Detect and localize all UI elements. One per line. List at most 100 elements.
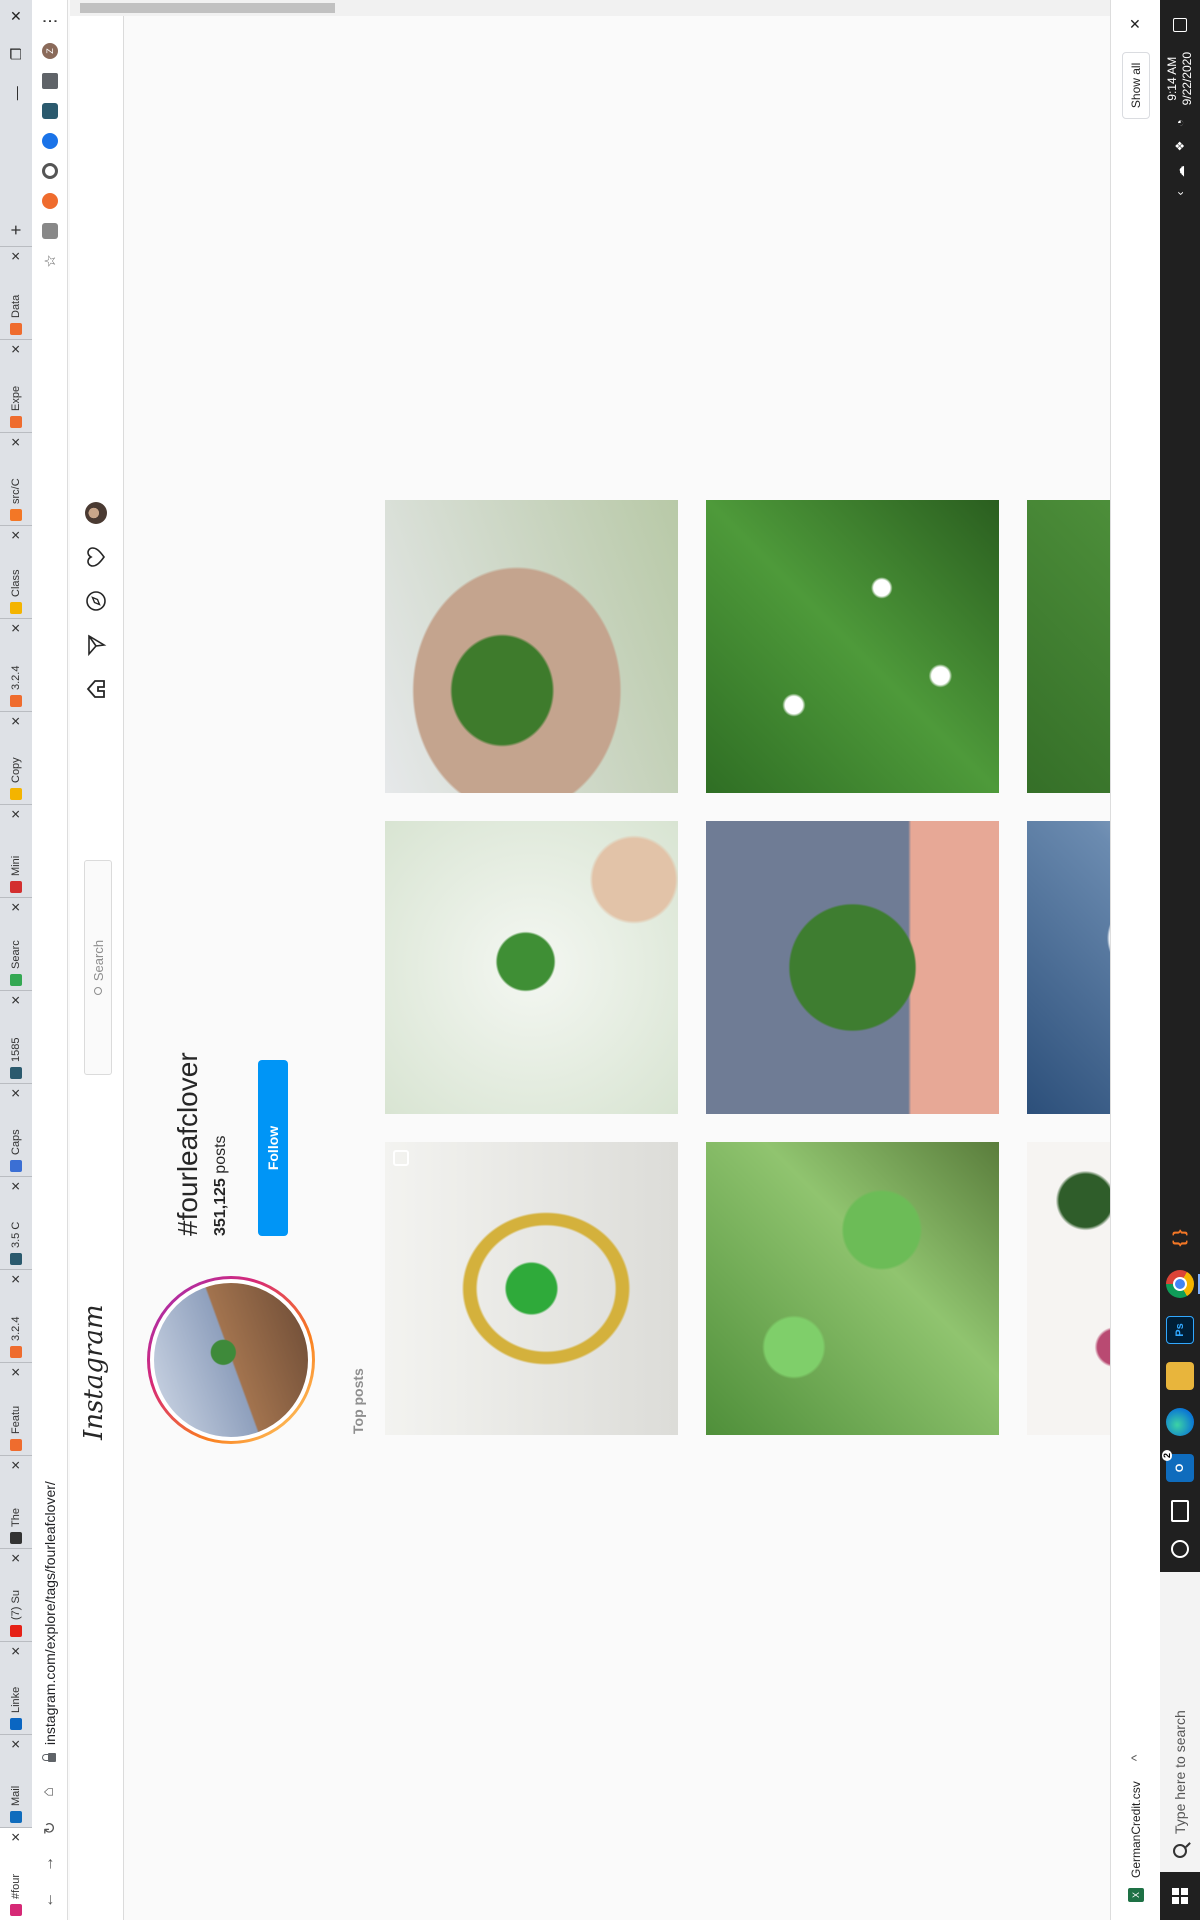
home-icon[interactable]: ⌂ [40,1782,60,1802]
browser-tab[interactable]: Copy ✕ [0,711,32,804]
url-text: instagram.com/explore/tags/fourleafclove… [41,1481,58,1745]
post-thumbnail[interactable] [385,1142,678,1435]
edge-icon[interactable] [1166,1408,1194,1436]
browser-tab[interactable]: 3.2.4 ✕ [0,618,32,711]
tab-close-icon[interactable]: ✕ [9,902,23,912]
browser-tab[interactable]: Featu ✕ [0,1362,32,1455]
bookmark-star-icon[interactable]: ☆ [42,253,59,269]
extension-blue-icon[interactable] [41,133,58,149]
jupyter-icon[interactable]: { } [1166,1224,1194,1252]
tab-close-icon[interactable]: ✕ [9,1367,23,1377]
tab-close-icon[interactable]: ✕ [9,1274,23,1284]
scrollbar-thumb[interactable] [80,3,335,13]
tab-favicon-icon [10,1532,22,1544]
tab-close-icon[interactable]: ✕ [9,716,23,726]
forward-arrow-icon[interactable]: → [40,1854,60,1874]
browser-tab[interactable]: 3.2.4 ✕ [0,1269,32,1362]
post-thumbnail[interactable] [706,1142,999,1435]
network-icon[interactable]: ◔ [1173,119,1187,126]
browser-tab[interactable]: Mini ✕ [0,804,32,897]
tab-close-icon[interactable]: ✕ [9,344,23,354]
tab-favicon-icon [10,416,22,428]
tab-close-icon[interactable]: ✕ [9,1553,23,1563]
browser-tab[interactable]: #four ✕ [0,1827,32,1920]
home-nav-icon[interactable] [85,678,107,700]
browser-tab[interactable]: Mail ✕ [0,1734,32,1827]
profile-avatar-icon[interactable]: Z [41,43,58,59]
browser-tab[interactable]: Searc ✕ [0,897,32,990]
post-thumbnail[interactable] [385,500,678,793]
start-button[interactable] [1160,1872,1200,1920]
show-hidden-icons-chevron-icon[interactable]: ‹ [1173,191,1187,195]
hashtag-title: #fourleafclover [172,1052,203,1236]
post-thumbnail[interactable] [706,500,999,793]
tab-label: Featu [10,1405,22,1434]
extensions-puzzle-icon[interactable] [41,73,58,89]
download-item[interactable]: X GermanCredit.csv ^ [1127,1690,1144,1920]
new-tab-button[interactable]: + [6,214,27,246]
chevron-up-icon[interactable]: ^ [1128,1755,1144,1762]
onedrive-icon[interactable]: ☁ [1173,165,1187,177]
address-bar[interactable]: instagram.com/explore/tags/fourleafclove… [37,420,63,1770]
show-all-downloads-button[interactable]: Show all [1121,51,1150,120]
chrome-icon[interactable] [1166,1270,1194,1298]
post-thumbnail[interactable] [706,821,999,1114]
tab-close-icon[interactable]: ✕ [9,1832,23,1842]
minimize-window-icon[interactable]: — [8,86,25,100]
clock-date: 9/22/2020 [1180,52,1194,106]
tab-close-icon[interactable]: ✕ [9,623,23,633]
tab-close-icon[interactable]: ✕ [9,1646,23,1656]
tab-label: Copy [10,757,22,783]
task-view-icon[interactable] [1171,1500,1189,1522]
back-arrow-icon[interactable]: ← [40,1890,60,1910]
extension-g-icon[interactable] [41,223,58,239]
photoshop-icon[interactable]: Ps [1166,1316,1194,1344]
windows-logo-icon [1172,1888,1188,1904]
instagram-search-input[interactable]: Search [84,860,112,1075]
browser-tab[interactable]: Expe ✕ [0,339,32,432]
tab-close-icon[interactable]: ✕ [9,809,23,819]
profile-avatar[interactable] [85,502,107,524]
tab-close-icon[interactable]: ✕ [9,1460,23,1470]
hashtag-profile-image [147,1276,315,1444]
follow-button[interactable]: Follow [258,1060,288,1236]
reload-icon[interactable]: ↻ [40,1818,60,1838]
browser-tab[interactable]: Class ✕ [0,525,32,618]
close-download-bar-icon[interactable]: ✕ [1127,18,1144,30]
extension-circle-icon[interactable] [41,163,58,179]
post-thumbnail[interactable] [385,821,678,1114]
browser-tab[interactable]: Data ✕ [0,246,32,339]
browser-tab[interactable]: The ✕ [0,1455,32,1548]
tab-close-icon[interactable]: ✕ [9,251,23,261]
browser-tab[interactable]: src/C ✕ [0,432,32,525]
browser-tab[interactable]: Linke ✕ [0,1641,32,1734]
system-clock[interactable]: 9:14 AM 9/22/2020 [1165,52,1195,105]
tab-close-icon[interactable]: ✕ [9,1088,23,1098]
explore-compass-icon[interactable] [85,590,107,612]
tab-close-icon[interactable]: ✕ [9,437,23,447]
extension-orange-icon[interactable] [41,193,58,209]
browser-menu-icon[interactable]: ⋮ [40,12,60,29]
restore-window-icon[interactable]: ❐ [8,48,25,61]
browser-tab[interactable]: (7) Su ✕ [0,1548,32,1641]
activity-heart-icon[interactable] [85,546,107,568]
close-window-icon[interactable]: ✕ [8,10,25,22]
extension-camera-icon[interactable] [41,103,58,119]
browser-tab[interactable]: 3.5 C ✕ [0,1176,32,1269]
instagram-logo[interactable]: Instagram [79,1304,109,1440]
notifications-icon[interactable] [1173,18,1187,32]
taskbar-search-box[interactable]: Type here to search [1160,1572,1200,1872]
direct-messages-icon[interactable] [85,634,107,656]
dropbox-icon[interactable]: ❖ [1173,141,1187,152]
tab-close-icon[interactable]: ✕ [9,995,23,1005]
tab-close-icon[interactable]: ✕ [9,1181,23,1191]
file-explorer-icon[interactable] [1166,1362,1194,1390]
tab-close-icon[interactable]: ✕ [9,530,23,540]
page-scrollbar[interactable] [70,0,1110,16]
cortana-icon[interactable] [1171,1540,1189,1558]
tab-close-icon[interactable]: ✕ [9,1739,23,1749]
outlook-icon[interactable]: O2 [1162,1450,1194,1482]
browser-tab[interactable]: Caps ✕ [0,1083,32,1176]
tab-label: The [10,1508,22,1527]
browser-tab[interactable]: 1585 ✕ [0,990,32,1083]
